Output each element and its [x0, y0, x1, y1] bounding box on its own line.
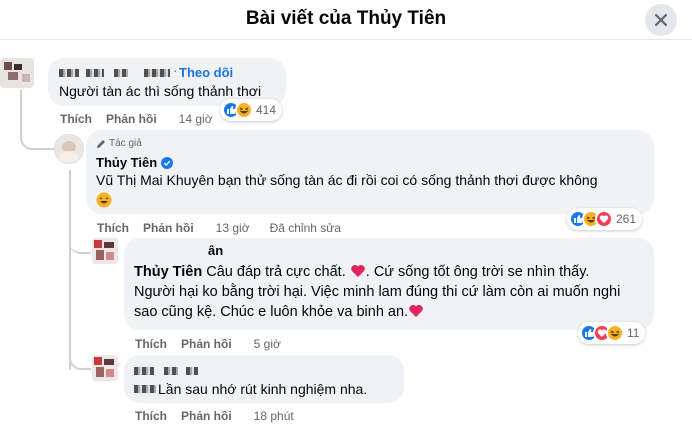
comment-bubble: ân Thủy Tiên Câu đáp trả cực chất. . Cứ …: [124, 238, 654, 330]
dialog-header: Bài viết của Thủy Tiên: [0, 0, 692, 40]
close-button[interactable]: [645, 4, 677, 36]
author-name[interactable]: Thủy Tiên: [96, 155, 157, 170]
blurred-author-name: [86, 69, 104, 77]
comment-time[interactable]: 18 phút: [254, 409, 294, 423]
comment-bubble: Tác giả Thủy Tiên Vũ Thị Mai Khuyên bạn …: [86, 130, 654, 214]
thread-line: [69, 348, 91, 370]
author-name-tail: ân: [208, 243, 224, 258]
blurred-author-name: [144, 69, 170, 77]
red-heart-emoji-icon: [409, 305, 423, 317]
close-icon: [654, 13, 668, 27]
comment-text-part: sao cũng kệ. Chúc e luôn khỏe va binh an…: [134, 304, 409, 320]
blurred-author-name: [164, 367, 178, 375]
like-link[interactable]: Thích: [97, 221, 129, 235]
reaction-count: 414: [256, 103, 277, 117]
edited-label: Đã chỉnh sửa: [269, 221, 341, 235]
comment-text: Người tàn ác thì sống thảnh thơi: [59, 83, 262, 99]
reaction-summary[interactable]: 261: [567, 208, 643, 230]
reply-link[interactable]: Phản hồi: [106, 112, 157, 126]
avatar[interactable]: [92, 355, 118, 381]
comment-time[interactable]: 14 giờ: [179, 112, 213, 126]
haha-icon: [235, 101, 253, 119]
author-badge: Tác giả: [96, 138, 142, 149]
thread-line: [69, 232, 91, 254]
author-badge-label: Tác giả: [109, 138, 142, 149]
comment-text: Lần sau nhớ rút kinh nghiệm nha.: [158, 381, 368, 397]
avatar[interactable]: [0, 58, 34, 88]
blurred-author-name: [134, 250, 194, 258]
reaction-count: 11: [627, 326, 640, 340]
reaction-summary[interactable]: 414: [220, 99, 283, 121]
like-link[interactable]: Thích: [135, 337, 167, 351]
author-name-row: Thủy Tiên: [96, 155, 174, 170]
mention-link[interactable]: Thủy Tiên: [134, 264, 202, 280]
comment-text-body: Vũ Thị Mai Khuyên bạn thử sống tàn ác đi…: [96, 172, 598, 188]
comment-actions: Thích Phản hồi 18 phút: [135, 409, 294, 423]
reply-link[interactable]: Phản hồi: [181, 337, 232, 351]
pencil-icon: [97, 139, 105, 148]
comment-text: Thủy Tiên Câu đáp trả cực chất. . Cứ sốn…: [134, 262, 649, 322]
comment-text-part: Người hại ko bằng trời hại. Việc minh la…: [134, 284, 621, 300]
like-link[interactable]: Thích: [135, 409, 167, 423]
comment-time[interactable]: 13 giờ: [216, 221, 250, 235]
comment-text: Vũ Thị Mai Khuyên bạn thử sống tàn ác đi…: [96, 170, 646, 210]
comment-actions: Thích Phản hồi 14 giờ: [60, 112, 213, 126]
comment-text-part: . Cứ sống tốt ông trời se nhìn thấy.: [365, 264, 590, 280]
blurred-author-name: [134, 367, 154, 375]
avatar[interactable]: [92, 238, 118, 264]
grinning-emoji-icon: [96, 192, 112, 208]
like-link[interactable]: Thích: [60, 112, 92, 126]
haha-icon: [606, 324, 624, 342]
follow-link[interactable]: Theo dõi: [179, 65, 233, 80]
comment-bubble: Lần sau nhớ rút kinh nghiệm nha.: [124, 355, 404, 403]
comment-text-part: Câu đáp trả cực chất.: [206, 264, 346, 280]
author-avatar[interactable]: [54, 134, 84, 164]
dialog-title: Bài viết của Thủy Tiên: [245, 8, 447, 29]
reaction-count: 261: [616, 212, 637, 226]
reaction-summary[interactable]: 11: [578, 322, 646, 344]
comment-actions: Thích Phản hồi 13 giờ Đã chỉnh sửa: [97, 221, 341, 235]
blurred-author-name: [59, 69, 79, 77]
follow-separator: ·: [173, 63, 178, 78]
comment-time[interactable]: 5 giờ: [254, 337, 281, 351]
red-heart-emoji-icon: [351, 265, 365, 277]
blurred-author-name: [186, 367, 198, 375]
verified-badge-icon: [161, 156, 174, 169]
blurred-text-prefix: [134, 385, 156, 393]
heart-icon: [595, 210, 613, 228]
reply-link[interactable]: Phản hồi: [143, 221, 194, 235]
comment-actions: Thích Phản hồi 5 giờ: [135, 337, 281, 351]
reply-link[interactable]: Phản hồi: [181, 409, 232, 423]
blurred-author-name: [114, 69, 128, 77]
